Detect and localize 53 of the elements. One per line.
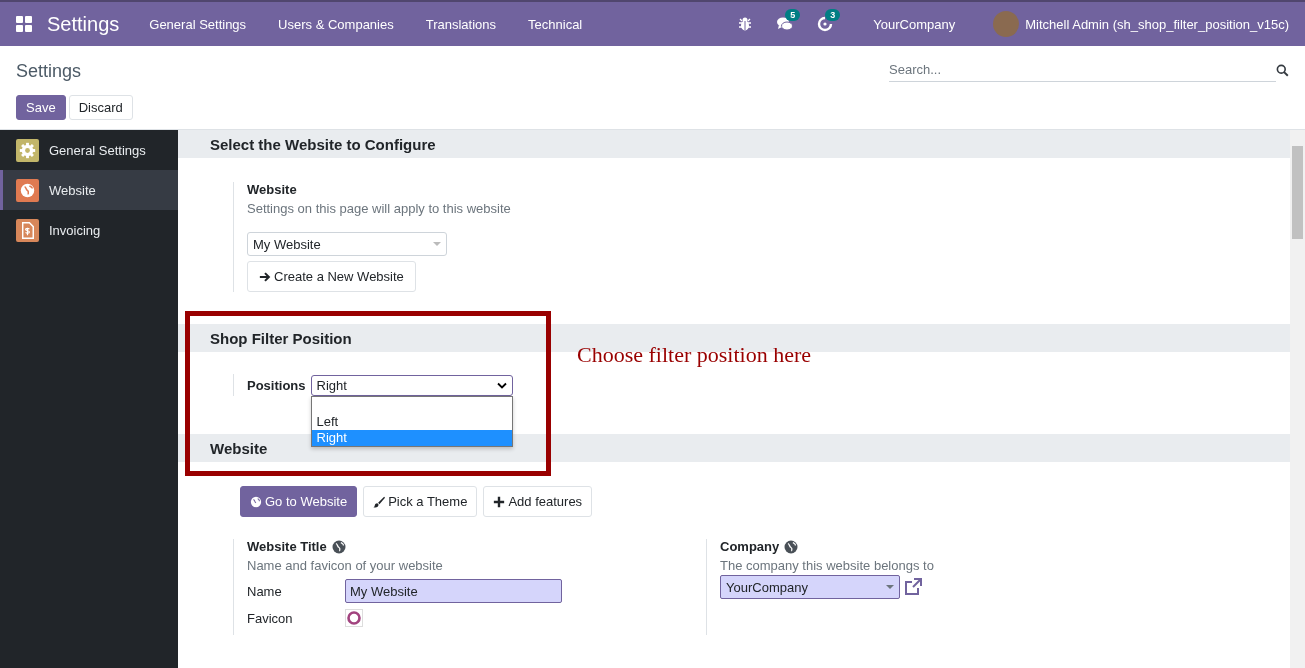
field-label: Favicon (247, 610, 294, 626)
app-title[interactable]: Settings (47, 12, 120, 36)
search-icon[interactable] (1276, 63, 1289, 77)
breadcrumb: Settings (16, 60, 82, 82)
external-link-icon[interactable] (903, 577, 923, 597)
notification-count: 3 (825, 9, 841, 21)
setting-title: Website Title (247, 539, 327, 554)
sidebar-item[interactable]: Invoicing (0, 210, 178, 250)
section-title: Select the Website to Configure (210, 135, 436, 153)
arrow-right-icon (259, 270, 271, 283)
position-select[interactable]: Right (310, 374, 513, 396)
chat-icon[interactable] (777, 16, 794, 32)
company-select[interactable]: YourCompany (720, 575, 900, 599)
plus-icon (493, 495, 506, 508)
create-website-button[interactable]: Create a New Website (247, 261, 416, 292)
setting-title: Website (247, 182, 297, 197)
menu-item[interactable]: Technical (528, 16, 583, 32)
setting-description: Name and favicon of your website (247, 558, 443, 573)
brush-icon (373, 495, 386, 508)
setting-description: The company this website belongs to (720, 558, 934, 573)
favicon-image[interactable] (345, 609, 363, 627)
action-button[interactable]: Pick a Theme (363, 486, 478, 517)
globe-icon (784, 539, 799, 554)
setting-description: Settings on this page will apply to this website (247, 201, 511, 216)
clock-icon[interactable] (817, 16, 834, 32)
section-title: Website (210, 439, 268, 457)
annotation-text: Choose filter position here (577, 342, 811, 368)
scrollbar[interactable] (1290, 130, 1305, 668)
globe-icon (250, 495, 262, 508)
action-button[interactable]: Go to Website (240, 486, 358, 517)
section-title: Shop Filter Position (210, 329, 352, 347)
notification-count: 5 (785, 9, 801, 21)
action-button[interactable]: Add features (483, 486, 593, 517)
dropdown-option[interactable]: Left (311, 413, 512, 430)
discard-button[interactable]: Discard (68, 95, 133, 120)
field-label: Positions (247, 377, 306, 393)
search-field[interactable]: Search... (889, 58, 1276, 82)
menu-item[interactable]: General Settings (149, 16, 247, 32)
user-menu[interactable]: Mitchell Admin (sh_shop_filter_position_v15c) (1025, 16, 1289, 32)
chevron-down-icon (496, 381, 507, 389)
apps-menu-icon[interactable] (16, 16, 32, 32)
sidebar-item[interactable]: Website (0, 170, 178, 210)
save-button[interactable]: Save (16, 95, 66, 120)
company-switcher[interactable]: YourCompany (873, 16, 956, 32)
name-field[interactable]: My Website (345, 579, 562, 603)
website-select[interactable]: My Website (247, 232, 447, 256)
menu-item[interactable]: Users & Companies (278, 16, 394, 32)
setting-title: Company (720, 539, 780, 554)
sidebar-item[interactable]: General Settings (0, 130, 178, 170)
globe-icon (331, 539, 346, 554)
bug-icon[interactable] (737, 16, 754, 32)
field-label: Name (247, 583, 283, 599)
menu-item[interactable]: Translations (425, 16, 497, 32)
